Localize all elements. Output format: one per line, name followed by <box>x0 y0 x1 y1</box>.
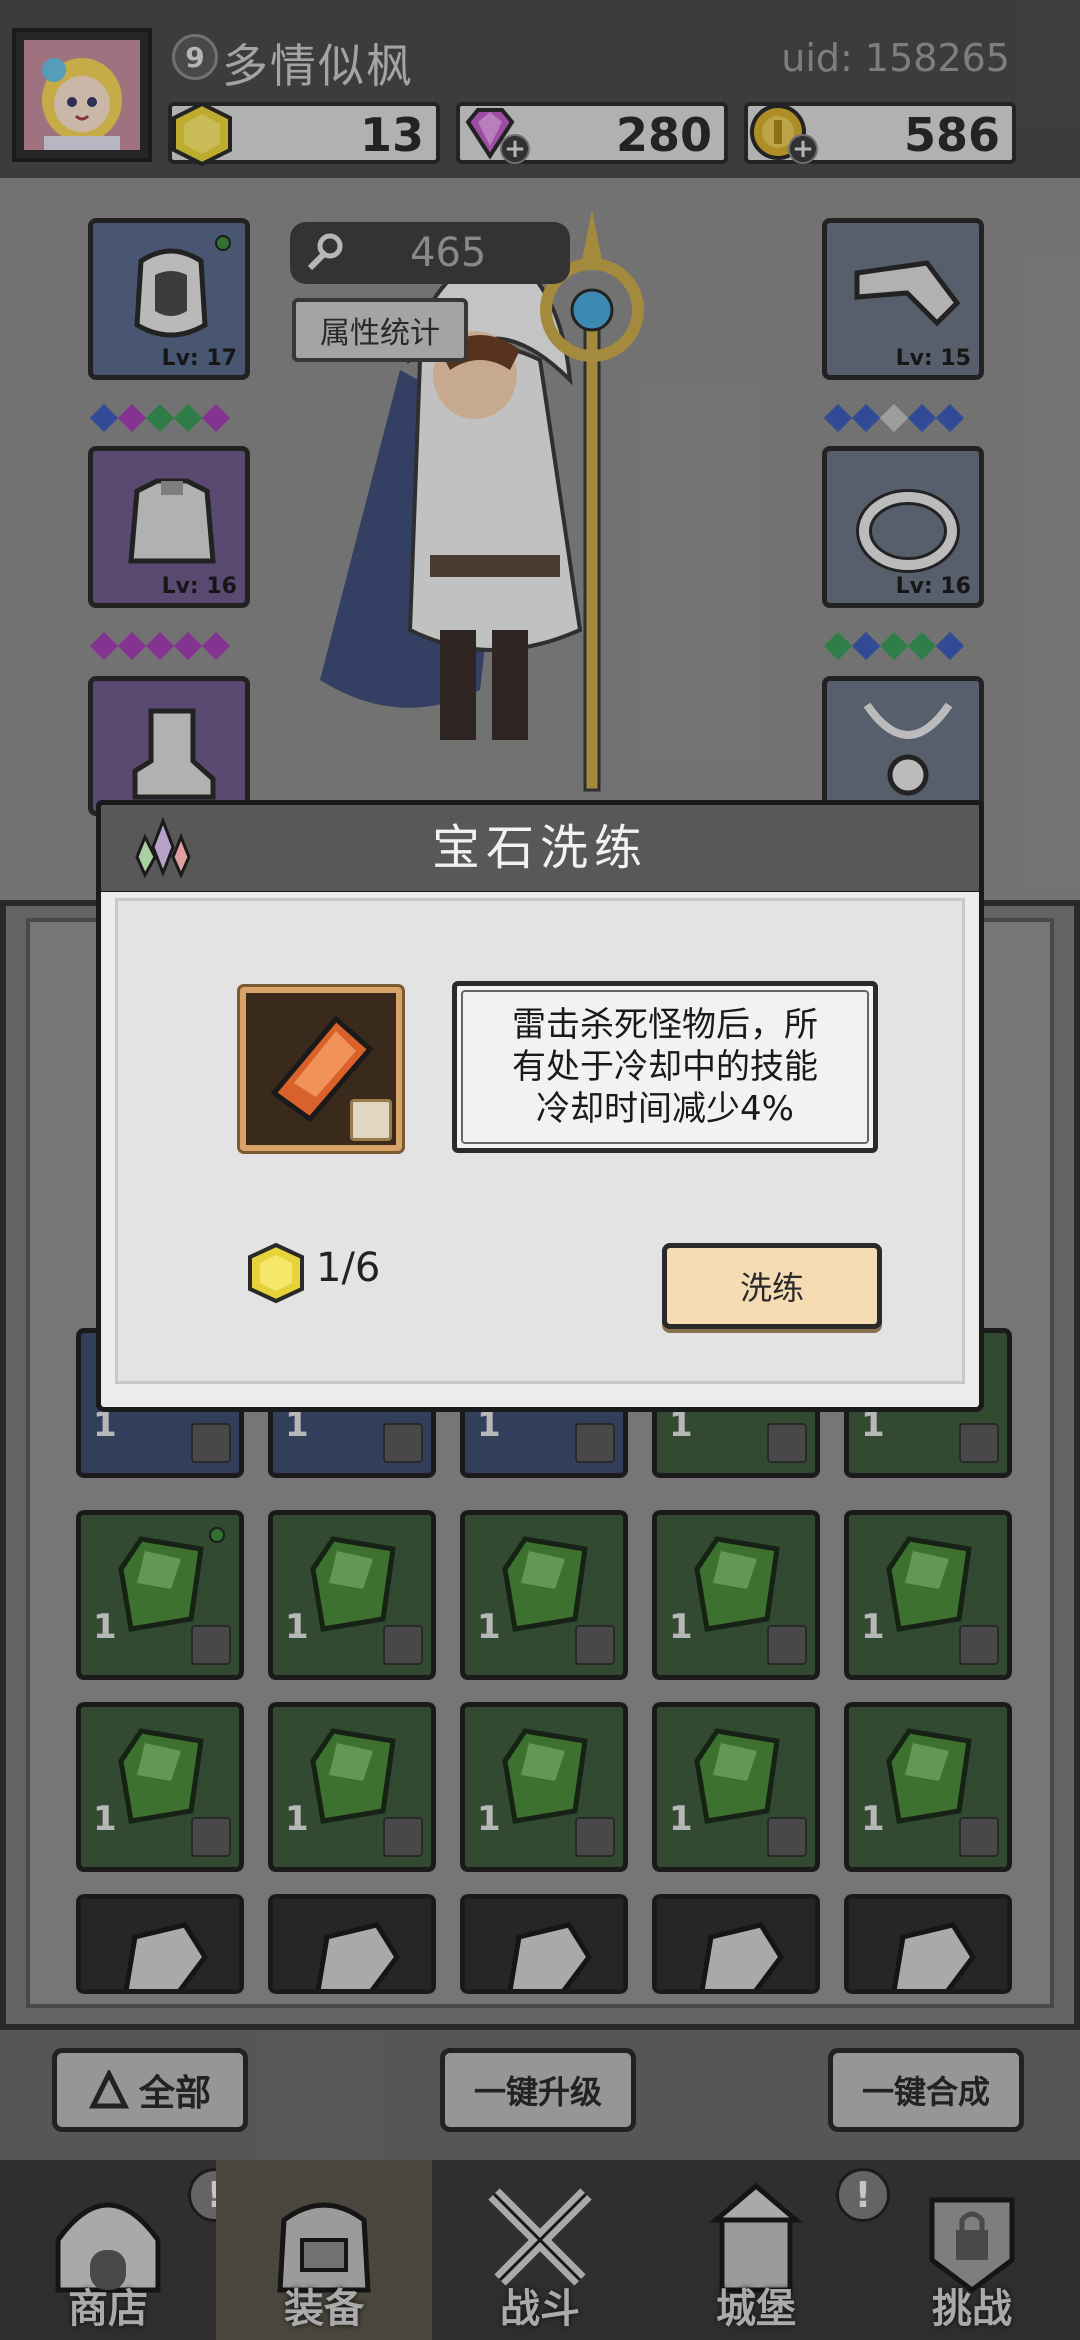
dialog-title: 宝石洗练 <box>431 820 648 876</box>
refine-button[interactable]: 洗练 <box>662 1243 882 1329</box>
refine-cost: 1/6 <box>316 1245 381 1291</box>
gem-effect-text: 雷击杀死怪物后，所 有处于冷却中的技能 冷却时间减少4% <box>461 990 869 1144</box>
effect-line-2: 有处于冷却中的技能 <box>512 1047 818 1087</box>
effect-line-3: 冷却时间减少4% <box>536 1089 794 1129</box>
gold-gem-icon <box>248 1242 304 1304</box>
selected-gem <box>240 987 402 1151</box>
gem-effect-description: 雷击杀死怪物后，所 有处于冷却中的技能 冷却时间减少4% <box>452 981 878 1153</box>
effect-line-1: 雷击杀死怪物后，所 <box>512 1005 818 1045</box>
gem-refine-dialog-header: 宝石洗练 <box>96 800 984 896</box>
boots-type-icon <box>350 1099 392 1141</box>
gem-refine-dialog: 雷击杀死怪物后，所 有处于冷却中的技能 冷却时间减少4% 1/6 洗练 <box>96 892 984 1412</box>
dialog-content: 雷击杀死怪物后，所 有处于冷却中的技能 冷却时间减少4% 1/6 洗练 <box>115 898 965 1384</box>
